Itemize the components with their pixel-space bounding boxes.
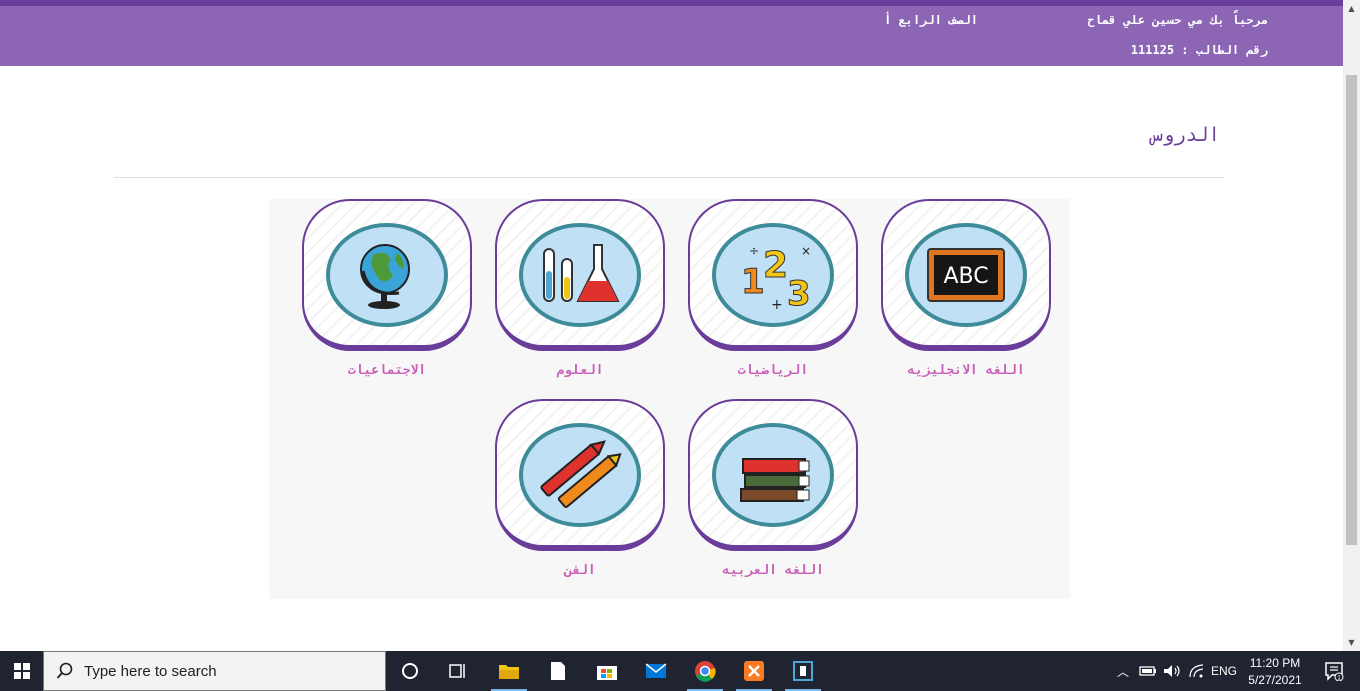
cortana-button[interactable]: [390, 651, 430, 691]
svg-text:3: 3: [787, 274, 811, 314]
globe-icon: [360, 244, 410, 309]
file-explorer-button[interactable]: [487, 651, 531, 691]
lab-flasks-icon: [543, 244, 620, 302]
svg-text:×: ×: [801, 244, 811, 258]
cortana-circle-icon: [402, 663, 418, 679]
chalkboard-abc-icon: ABC: [927, 248, 1005, 302]
subject-badge[interactable]: [688, 399, 858, 551]
language-indicator[interactable]: ENG: [1209, 651, 1239, 691]
store-button[interactable]: [585, 651, 629, 691]
subject-badge[interactable]: 1 2 3 ÷ × +: [688, 199, 858, 351]
language-text: ENG: [1210, 664, 1237, 678]
search-icon: [56, 662, 73, 679]
subject-tile-social-studies[interactable]: الاجتماعيات: [302, 199, 472, 378]
xampp-icon: [744, 661, 764, 681]
wifi-icon: [1189, 664, 1204, 678]
task-view-button[interactable]: [438, 651, 478, 691]
vertical-scrollbar[interactable]: ▲ ▼: [1343, 0, 1360, 651]
subject-label[interactable]: العلوم: [495, 363, 665, 378]
windows-taskbar: Type here to search ︿ ENG 11:20 PM 5/27/…: [0, 651, 1360, 691]
scroll-down-icon[interactable]: ▼: [1347, 638, 1356, 647]
subject-label[interactable]: الاجتماعيات: [302, 363, 472, 378]
welcome-text: مرحباً بك مي حسين علي قماح: [1087, 13, 1268, 27]
browser-page: مرحباً بك مي حسين علي قماح الصف الرابع أ…: [0, 0, 1343, 651]
xampp-button[interactable]: [732, 651, 776, 691]
subject-tile-arabic[interactable]: اللغه العربيه: [688, 399, 858, 578]
folder-icon: [499, 665, 519, 679]
mail-button[interactable]: [634, 651, 678, 691]
subject-tile-english[interactable]: ABC اللغه الانجليزيه: [881, 199, 1051, 378]
svg-text:1: 1: [741, 262, 765, 302]
svg-text:ABC: ABC: [943, 264, 988, 289]
battery-icon: [1139, 666, 1156, 676]
page-title: الدروس: [1151, 124, 1220, 146]
chrome-button[interactable]: [683, 651, 727, 691]
clock-date: 5/27/2021: [1248, 672, 1302, 687]
subject-badge[interactable]: [495, 399, 665, 551]
notification-icon: 1: [1325, 662, 1344, 681]
action-center-button[interactable]: 1: [1314, 651, 1354, 691]
subject-tile-art[interactable]: الفن: [495, 399, 665, 578]
document-icon: [551, 662, 565, 680]
numbers-123-icon: 1 2 3 ÷ × +: [741, 244, 812, 315]
clock[interactable]: 11:20 PM 5/27/2021: [1240, 651, 1310, 691]
battery-button[interactable]: [1136, 651, 1160, 691]
subject-badge[interactable]: [302, 199, 472, 351]
speaker-icon: [1164, 665, 1180, 677]
network-button[interactable]: [1185, 651, 1209, 691]
subjects-panel: ABC اللغه الانجليزيه 1 2 3 ÷ × + الرياضي…: [269, 199, 1070, 599]
svg-text:2: 2: [763, 245, 788, 286]
notepad-button[interactable]: [536, 651, 580, 691]
student-id-text: رقم الطالب : 111125: [1130, 43, 1268, 57]
subject-badge[interactable]: ABC: [881, 199, 1051, 351]
svg-text:+: +: [771, 297, 783, 313]
books-stack-icon: [740, 458, 810, 502]
windows-logo-icon: [13, 663, 30, 679]
subject-label[interactable]: اللغه الانجليزيه: [881, 363, 1051, 378]
start-button[interactable]: [0, 651, 43, 691]
subject-label[interactable]: الفن: [495, 563, 665, 578]
mail-icon: [645, 663, 667, 678]
chevron-up-icon: ︿: [1116, 664, 1129, 679]
header-bar: مرحباً بك مي حسين علي قماح الصف الرابع أ…: [0, 0, 1343, 66]
taskbar-search-box[interactable]: Type here to search: [43, 651, 386, 691]
subject-label[interactable]: اللغه العربيه: [688, 563, 858, 578]
crayons-icon: [540, 440, 622, 509]
app-window-icon: [793, 661, 813, 681]
subject-tile-math[interactable]: 1 2 3 ÷ × + الرياضيات: [688, 199, 858, 378]
app-button[interactable]: [781, 651, 825, 691]
chrome-icon: [695, 661, 716, 682]
svg-text:÷: ÷: [749, 244, 759, 258]
subject-tile-science[interactable]: العلوم: [495, 199, 665, 378]
clock-time: 11:20 PM: [1249, 655, 1301, 670]
scroll-up-icon[interactable]: ▲: [1347, 4, 1356, 13]
volume-button[interactable]: [1160, 651, 1184, 691]
grade-text: الصف الرابع أ: [884, 13, 978, 27]
store-bag-icon: [597, 666, 617, 680]
divider: [114, 177, 1224, 178]
task-view-icon: [449, 664, 465, 678]
show-hidden-icons-button[interactable]: ︿: [1112, 651, 1134, 691]
subject-badge[interactable]: [495, 199, 665, 351]
search-placeholder[interactable]: Type here to search: [84, 663, 217, 680]
subject-label[interactable]: الرياضيات: [688, 363, 858, 378]
scroll-thumb[interactable]: [1346, 75, 1357, 545]
